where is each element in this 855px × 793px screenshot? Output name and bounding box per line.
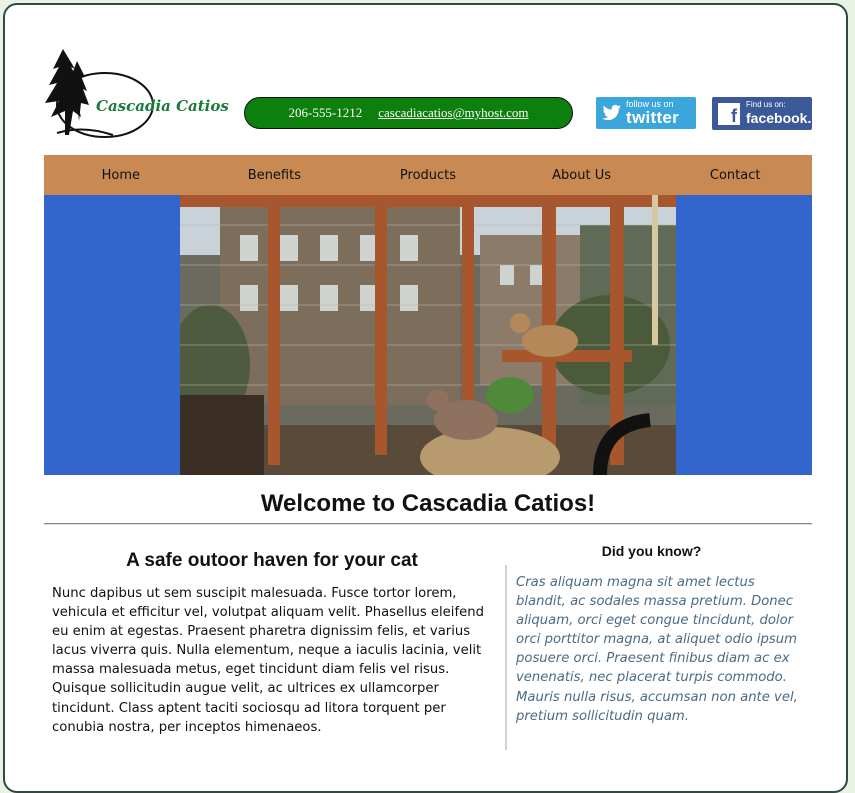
divider xyxy=(44,523,812,525)
facebook-button[interactable]: f Find us on: facebook. xyxy=(712,97,812,130)
twitter-bird-icon xyxy=(602,104,622,121)
aside-divider xyxy=(505,565,507,750)
contact-bar: 206-555-1212 cascadiacatios@myhost.com xyxy=(244,97,573,129)
tree-logo-icon xyxy=(45,49,154,138)
aside-body-text: Cras aliquam magna sit amet lectus bland… xyxy=(516,575,798,724)
nav-products[interactable]: Products xyxy=(351,168,505,183)
logo[interactable]: Cascadia Catios xyxy=(43,47,229,141)
facebook-small-text: Find us on: xyxy=(746,100,786,109)
hero-banner xyxy=(44,195,812,475)
facebook-f-icon: f xyxy=(718,103,740,125)
logo-text: Cascadia Catios xyxy=(96,97,229,115)
nav-about-us[interactable]: About Us xyxy=(505,168,659,183)
nav-benefits[interactable]: Benefits xyxy=(198,168,352,183)
main-heading: A safe outoor haven for your cat xyxy=(126,550,418,571)
nav-home[interactable]: Home xyxy=(44,168,198,183)
twitter-button[interactable]: follow us on twitter xyxy=(596,97,696,129)
main-nav: Home Benefits Products About Us Contact xyxy=(44,155,812,195)
email-link[interactable]: cascadiacatios@myhost.com xyxy=(378,105,528,121)
twitter-big-text: twitter xyxy=(626,108,680,127)
facebook-big-text: facebook. xyxy=(746,110,812,126)
page-title: Welcome to Cascadia Catios! xyxy=(260,490,596,517)
phone-number: 206-555-1212 xyxy=(288,105,363,120)
aside-heading: Did you know? xyxy=(601,543,702,559)
main-body-text: Nunc dapibus ut sem suscipit malesuada. … xyxy=(52,586,484,735)
hero-photo xyxy=(180,195,676,475)
nav-contact[interactable]: Contact xyxy=(658,168,812,183)
